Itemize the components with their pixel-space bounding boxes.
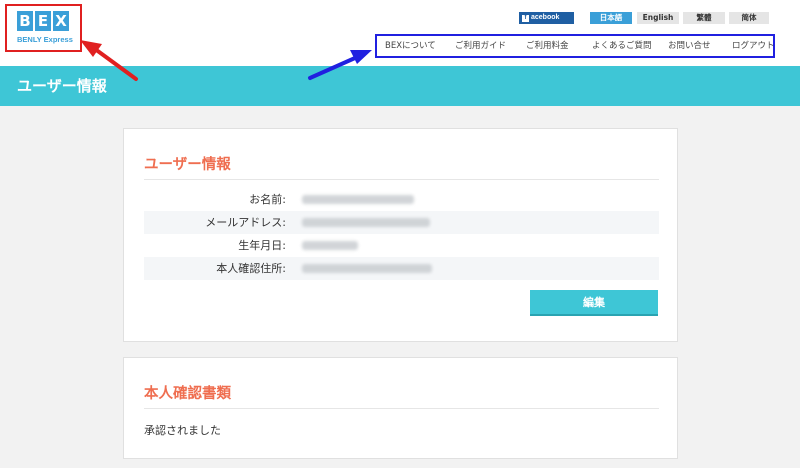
edit-button[interactable]: 編集 (530, 290, 658, 316)
identity-documents-divider (144, 408, 659, 409)
site-header: B E X BENLY Express f acebook 日本語 Englis… (0, 0, 800, 66)
nav-item-faq[interactable]: よくあるご質問 (592, 36, 652, 56)
main-nav: BEXについて ご利用ガイド ご利用料金 よくあるご質問 お問い合せ ログアウト (375, 34, 775, 58)
identity-documents-title: 本人確認書類 (144, 386, 231, 402)
email-value-redacted (302, 218, 430, 227)
language-english-button[interactable]: English (637, 12, 679, 24)
facebook-label: acebook (531, 14, 560, 21)
logo-letter-b: B (17, 11, 33, 31)
page-banner: ユーザー情報 (0, 66, 800, 106)
logo-letter-e: E (35, 11, 51, 31)
email-label: メールアドレス: (205, 216, 286, 229)
birthdate-label: 生年月日: (238, 239, 286, 252)
language-simplified-chinese-button[interactable]: 简体 (729, 12, 769, 24)
nav-item-pricing[interactable]: ご利用料金 (526, 36, 569, 56)
identity-documents-status: 承認されました (144, 424, 221, 437)
nav-item-contact[interactable]: お問い合せ (668, 36, 711, 56)
language-traditional-chinese-button[interactable]: 繁體 (683, 12, 725, 24)
logo-letter-x: X (53, 11, 69, 31)
name-value-redacted (302, 195, 414, 204)
logo-subtitle: BENLY Express (17, 35, 73, 44)
address-label: 本人確認住所: (216, 262, 286, 275)
user-info-row-name: お名前: (144, 188, 659, 211)
address-value-redacted (302, 264, 432, 273)
user-info-title: ユーザー情報 (144, 157, 231, 173)
facebook-icon: f (522, 14, 529, 22)
user-info-row-address: 本人確認住所: (144, 257, 659, 280)
language-japanese-button[interactable]: 日本語 (590, 12, 632, 24)
birthdate-value-redacted (302, 241, 358, 250)
user-info-card: ユーザー情報 お名前: メールアドレス: 生年月日: 本人確認住所: 編集 (123, 128, 678, 342)
site-logo[interactable]: B E X BENLY Express (5, 4, 82, 52)
nav-item-guide[interactable]: ご利用ガイド (455, 36, 506, 56)
facebook-button[interactable]: f acebook (519, 12, 574, 24)
user-info-row-birthdate: 生年月日: (144, 234, 659, 257)
identity-documents-card: 本人確認書類 承認されました (123, 357, 678, 459)
user-info-row-email: メールアドレス: (144, 211, 659, 234)
user-info-divider (144, 179, 659, 180)
name-label: お名前: (249, 193, 286, 206)
logo-letters: B E X (17, 11, 69, 31)
nav-item-logout[interactable]: ログアウト (732, 36, 775, 56)
nav-item-about[interactable]: BEXについて (385, 36, 436, 56)
page-title: ユーザー情報 (17, 77, 107, 95)
